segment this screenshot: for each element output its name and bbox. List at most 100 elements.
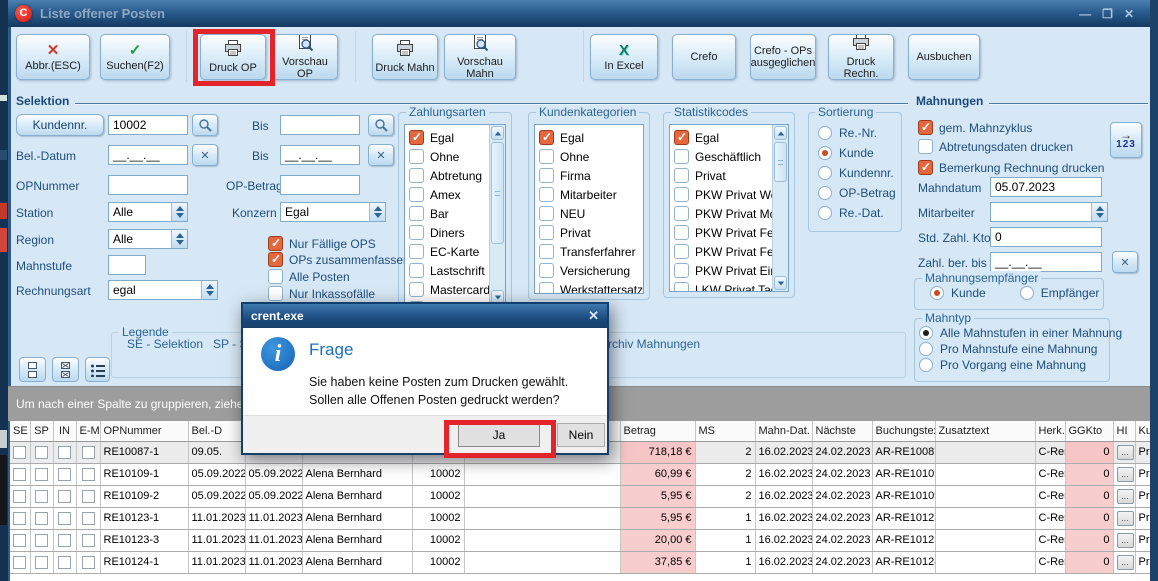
hi-ellipsis-button[interactable]: … [1117,445,1134,460]
em-checkbox[interactable] [82,490,95,503]
cell-in[interactable] [53,441,76,463]
checkbox-icon[interactable] [409,130,424,145]
cell-in[interactable] [53,485,76,507]
mahntyp-option-0[interactable]: Alle Mahnstufen in einer Mahnung [919,326,1122,340]
mahn-123-button[interactable]: →123 [1110,122,1142,158]
column-header-in[interactable]: IN [53,421,76,441]
cell-sp[interactable] [30,507,53,529]
kundennr-bis-input[interactable] [280,115,360,135]
checkbox-icon[interactable] [539,187,554,202]
scroll-up-icon[interactable] [491,126,504,140]
sp-checkbox[interactable] [35,446,48,459]
select-all-button[interactable] [52,357,79,382]
column-header-se[interactable]: SE [10,421,30,441]
kundenkategorien-listbox[interactable]: EgalOhneFirmaMitarbeiterNEUPrivatTransfe… [534,124,644,294]
beldatum-bis-clear-button[interactable]: ✕ [368,144,394,166]
hi-ellipsis-button[interactable]: … [1117,555,1134,570]
cell-sp[interactable] [30,485,53,507]
sortierung-option-0[interactable]: Re.-Nr. [818,126,896,140]
crefo-button[interactable]: Crefo [672,34,736,80]
table-row[interactable]: RE10123-111.01.202311.01.2023Alena Bernh… [10,507,1151,529]
kundenkategorie-item[interactable]: Transferfahrer [539,242,641,261]
column-header-ku[interactable]: Ku [1135,421,1151,441]
cell-em[interactable] [76,551,100,573]
spinner-icon[interactable] [201,281,217,299]
cell-em[interactable] [76,463,100,485]
maximize-icon[interactable]: ❐ [1102,7,1113,21]
zahl-ber-bis-input[interactable]: __.__.__ [990,252,1102,272]
dialog-close-icon[interactable]: ✕ [588,308,599,324]
cell-se[interactable] [10,441,30,463]
checkbox-icon[interactable] [539,244,554,259]
cell-hi[interactable]: … [1113,485,1135,507]
column-header-hi[interactable]: HI [1113,421,1135,441]
scrollbar[interactable] [489,125,505,305]
column-header-sp[interactable]: SP [30,421,53,441]
mahndatum-input[interactable]: 05.07.2023 [990,177,1102,197]
kundennr-button[interactable]: Kundennr. [16,114,104,136]
print-invoice-button[interactable]: Druck Rechn. [828,34,894,80]
statistikcode-item[interactable]: Geschäftlich [674,147,786,166]
minimize-icon[interactable]: — [1079,7,1091,21]
column-header-buchungstext[interactable]: Buchungstext [872,421,935,441]
cell-em[interactable] [76,485,100,507]
checkbox-icon[interactable] [674,149,689,164]
se-checkbox[interactable] [13,534,26,547]
em-checkbox[interactable] [82,556,95,569]
sortierung-option-1[interactable]: Kunde [818,146,896,160]
radio-icon[interactable] [1020,286,1034,300]
statistikcode-item[interactable]: PKW Privat Monat [674,204,786,223]
cell-in[interactable] [53,507,76,529]
mahnungsempfaenger-option-1[interactable]: Empfänger [1020,286,1100,300]
cell-in[interactable] [53,551,76,573]
mahntyp-option-1[interactable]: Pro Mahnstufe eine Mahnung [919,342,1122,356]
kundenkategorie-item[interactable]: Mitarbeiter [539,185,641,204]
radio-icon[interactable] [818,186,832,200]
mitarbeiter-select[interactable] [990,202,1108,222]
rechnungsart-select[interactable]: egal [108,280,218,300]
selection-check-0[interactable]: Nur Fällige OPS [268,236,376,251]
in-checkbox[interactable] [58,490,71,503]
in-checkbox[interactable] [58,468,71,481]
cell-sp[interactable] [30,529,53,551]
kundenkategorie-item[interactable]: NEU [539,204,641,223]
search-button[interactable]: ✓Suchen(F2) [100,34,170,80]
ausbuchen-button[interactable]: Ausbuchen [908,34,980,80]
statistikcode-item[interactable]: Privat [674,166,786,185]
radio-icon[interactable] [818,126,832,140]
checkbox-icon[interactable] [268,252,283,267]
in-checkbox[interactable] [58,512,71,525]
se-checkbox[interactable] [13,490,26,503]
checkbox-icon[interactable] [409,282,424,297]
column-header-herk[interactable]: Herk. [1035,421,1065,441]
mahnungen-check-1[interactable]: Abtretungsdaten drucken [918,139,1073,154]
kundenkategorie-item[interactable]: Egal [539,128,641,147]
checkbox-icon[interactable] [268,269,283,284]
checkbox-icon[interactable] [539,225,554,240]
region-select[interactable]: Alle [108,229,188,249]
em-checkbox[interactable] [82,512,95,525]
selection-check-2[interactable]: Alle Posten [268,269,350,284]
spinner-icon[interactable] [369,203,385,221]
checkbox-icon[interactable] [409,149,424,164]
column-header-betrag[interactable]: Betrag [620,421,695,441]
scroll-up-icon[interactable] [774,126,787,140]
statistikcode-item[interactable]: Egal [674,128,786,147]
checkbox-icon[interactable] [539,130,554,145]
hi-ellipsis-button[interactable]: … [1117,489,1134,504]
zahlungsarten-listbox[interactable]: EgalOhneAbtretungAmexBarDinersEC-KarteLa… [404,124,506,306]
table-row[interactable]: RE10123-311.01.202311.01.2023Alena Bernh… [10,529,1151,551]
excel-button[interactable]: XIn Excel [590,34,658,80]
radio-icon[interactable] [919,342,933,356]
checkbox-icon[interactable] [409,225,424,240]
hi-ellipsis-button[interactable]: … [1117,511,1134,526]
mahnungen-check-2[interactable]: Bemerkung Rechnung drucken [918,160,1104,175]
column-header-beldatum[interactable]: Bel.-D [188,421,245,441]
in-checkbox[interactable] [58,446,71,459]
sp-checkbox[interactable] [35,534,48,547]
statistikcode-item[interactable]: PKW Privat Feierta [674,223,786,242]
kundennr-input[interactable]: 10002 [108,115,188,135]
em-checkbox[interactable] [82,468,95,481]
opbetrag-input[interactable] [280,175,360,195]
statistikcode-item[interactable]: LKW Privat Tages. [674,280,786,292]
